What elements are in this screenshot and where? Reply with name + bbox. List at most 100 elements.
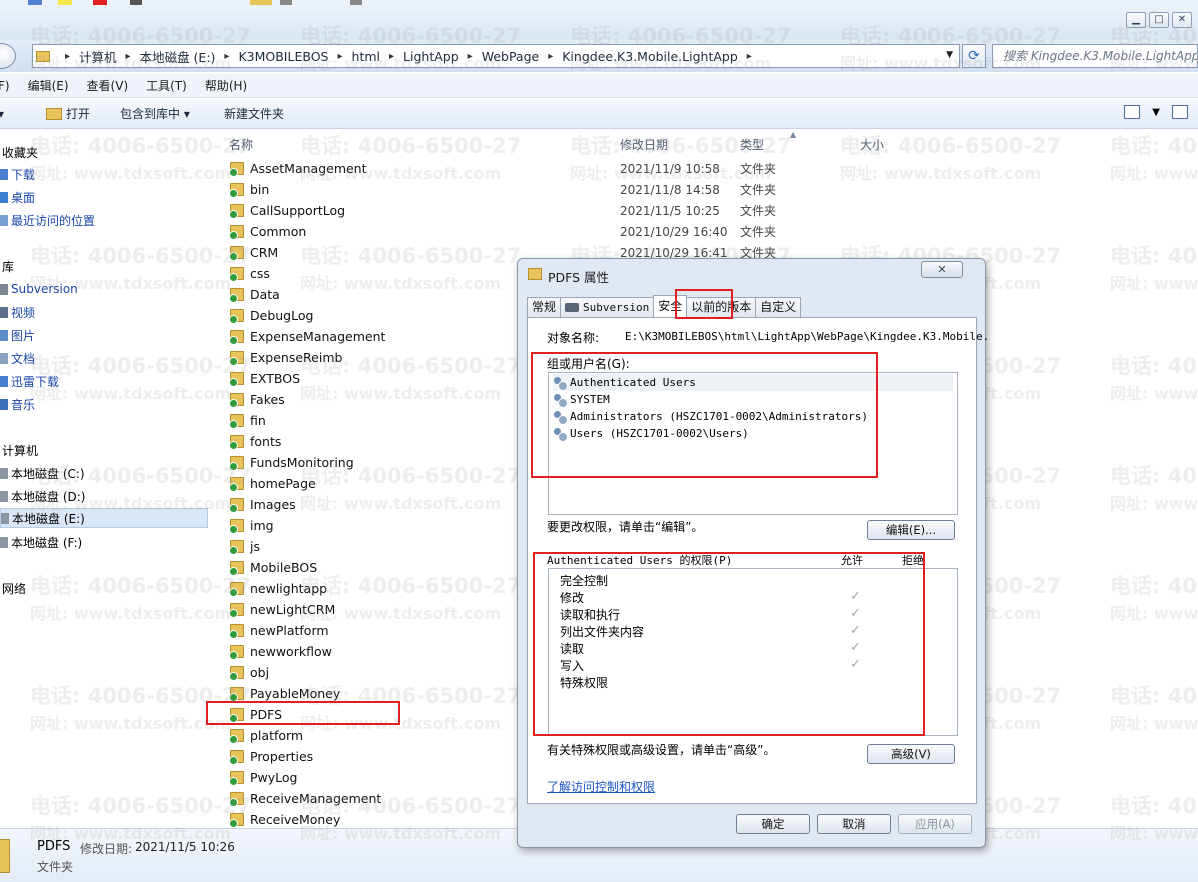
- nav-network-label: 网络: [2, 581, 27, 596]
- tab-customize[interactable]: 自定义: [755, 297, 802, 317]
- videos-icon: [0, 306, 8, 318]
- music-icon: [0, 398, 8, 410]
- menu-file[interactable]: F): [0, 79, 10, 93]
- column-date[interactable]: 修改日期: [620, 136, 668, 153]
- menu-tools[interactable]: 工具(T): [146, 77, 187, 94]
- nav-drive-c[interactable]: 本地磁盘 (C:): [0, 463, 85, 483]
- chevron-right-icon[interactable]: ▸: [65, 51, 70, 62]
- pictures-icon: [0, 329, 8, 341]
- status-item-name: PDFS: [37, 839, 71, 854]
- nav-desktop-label: 桌面: [11, 190, 36, 205]
- nav-favorites[interactable]: 收藏夹: [2, 142, 38, 162]
- chevron-right-icon[interactable]: ▸: [747, 51, 752, 62]
- crumb-kingdee[interactable]: Kingdee.K3.Mobile.LightApp: [562, 49, 738, 64]
- view-dropdown-icon[interactable]: ▼: [1152, 107, 1160, 118]
- nav-xunlei-label: 迅雷下载: [11, 374, 60, 389]
- maximize-button[interactable]: □: [1149, 12, 1169, 28]
- file-name: Fakes: [250, 392, 285, 407]
- menu-help[interactable]: 帮助(H): [205, 77, 247, 94]
- nav-drive-d[interactable]: 本地磁盘 (D:): [0, 486, 85, 506]
- file-row[interactable]: AssetManagement 2021/11/9 10:58 文件夹: [216, 158, 816, 179]
- file-row[interactable]: CallSupportLog 2021/11/5 10:25 文件夹: [216, 200, 816, 221]
- nav-documents[interactable]: 文档: [0, 348, 35, 368]
- nav-music[interactable]: 音乐: [0, 394, 35, 414]
- folder-icon: [229, 750, 244, 765]
- nav-drive-e[interactable]: 本地磁盘 (E:): [0, 508, 208, 528]
- menu-edit[interactable]: 编辑(E): [28, 77, 69, 94]
- file-row[interactable]: Common 2021/10/29 16:40 文件夹: [216, 221, 816, 242]
- nav-recent[interactable]: 最近访问的位置: [0, 210, 95, 230]
- svn-status-icon: [229, 798, 238, 807]
- svn-status-icon: [229, 420, 238, 429]
- status-item-type: 文件夹: [37, 860, 74, 874]
- file-name: newlightapp: [250, 581, 328, 596]
- nav-drive-f[interactable]: 本地磁盘 (F:): [0, 532, 82, 552]
- open-folder-icon: [46, 107, 62, 120]
- minimize-button[interactable]: ▁: [1126, 12, 1146, 28]
- new-folder-button[interactable]: 新建文件夹: [224, 105, 284, 122]
- refresh-button[interactable]: ⟳: [962, 44, 986, 68]
- menu-view[interactable]: 查看(V): [87, 77, 129, 94]
- tab-subversion[interactable]: Subversion: [560, 297, 655, 317]
- drive-icon: [0, 467, 8, 479]
- address-row: ▸ 计算机 ▸ 本地磁盘 (E:) ▸ K3MOBILEBOS ▸ html ▸…: [0, 40, 1198, 72]
- learn-access-control-link[interactable]: 了解访问控制和权限: [547, 778, 655, 795]
- advanced-button[interactable]: 高级(V): [867, 744, 955, 764]
- crumb-lightapp[interactable]: LightApp: [403, 49, 459, 64]
- cancel-button[interactable]: 取消: [817, 814, 891, 834]
- include-library-button[interactable]: 包含到库中 ▾: [120, 105, 190, 122]
- crumb-computer[interactable]: 计算机: [79, 47, 117, 66]
- edit-hint: 要更改权限，请单击“编辑”。: [547, 520, 704, 534]
- nav-subversion[interactable]: Subversion: [0, 279, 78, 299]
- nav-library[interactable]: 库: [2, 256, 14, 276]
- chevron-right-icon[interactable]: ▸: [224, 51, 229, 62]
- apply-button[interactable]: 应用(A): [898, 814, 972, 834]
- dialog-close-button[interactable]: ✕: [921, 261, 963, 278]
- close-window-button[interactable]: ✕: [1172, 12, 1192, 28]
- column-type[interactable]: 类型: [740, 136, 764, 153]
- nav-xunlei[interactable]: 迅雷下载: [0, 371, 59, 391]
- folder-icon: [229, 477, 244, 492]
- chevron-right-icon[interactable]: ▸: [468, 51, 473, 62]
- file-date: 2021/10/29 16:40: [620, 224, 728, 239]
- nav-downloads[interactable]: 下载: [0, 164, 35, 184]
- crumb-k3mobilebos[interactable]: K3MOBILEBOS: [238, 49, 328, 64]
- file-row[interactable]: bin 2021/11/8 14:58 文件夹: [216, 179, 816, 200]
- folder-icon: [229, 561, 244, 576]
- folder-icon: [229, 393, 244, 408]
- organize-dropdown-icon[interactable]: ▾: [0, 107, 4, 121]
- crumb-webpage[interactable]: WebPage: [482, 49, 540, 64]
- object-name-value: E:\K3MOBILEBOS\html\LightApp\WebPage\Kin…: [625, 330, 990, 343]
- search-input[interactable]: 搜索 Kingdee.K3.Mobile.LightApp: [992, 44, 1198, 68]
- open-button[interactable]: 打开: [46, 105, 90, 122]
- nav-videos[interactable]: 视频: [0, 302, 35, 322]
- folder-icon: [0, 839, 10, 873]
- file-name: FundsMonitoring: [250, 455, 354, 470]
- file-name: fin: [250, 413, 266, 428]
- chevron-right-icon[interactable]: ▸: [548, 51, 553, 62]
- nav-computer[interactable]: 计算机: [2, 440, 38, 460]
- edit-button[interactable]: 编辑(E)...: [867, 520, 955, 540]
- chevron-right-icon[interactable]: ▸: [126, 51, 131, 62]
- object-name-label: 对象名称:: [547, 331, 600, 345]
- preview-pane-icon[interactable]: [1172, 105, 1188, 119]
- file-name: fonts: [250, 434, 282, 449]
- ok-button[interactable]: 确定: [736, 814, 810, 834]
- tab-general[interactable]: 常规: [527, 297, 562, 317]
- chevron-right-icon[interactable]: ▸: [337, 51, 342, 62]
- back-button[interactable]: [0, 43, 16, 69]
- view-options-icon[interactable]: [1124, 105, 1141, 119]
- column-name[interactable]: 名称: [229, 136, 253, 153]
- crumb-html[interactable]: html: [352, 49, 380, 64]
- nav-drive-e-label: 本地磁盘 (E:): [12, 511, 85, 526]
- folder-icon: [229, 267, 244, 282]
- documents-icon: [0, 352, 8, 364]
- address-dropdown-icon[interactable]: ▼: [946, 50, 953, 60]
- crumb-drive-e[interactable]: 本地磁盘 (E:): [140, 47, 216, 66]
- address-bar[interactable]: ▸ 计算机 ▸ 本地磁盘 (E:) ▸ K3MOBILEBOS ▸ html ▸…: [32, 44, 960, 68]
- chevron-right-icon[interactable]: ▸: [389, 51, 394, 62]
- nav-desktop[interactable]: 桌面: [0, 187, 35, 207]
- nav-network[interactable]: 网络: [2, 578, 26, 598]
- nav-pictures[interactable]: 图片: [0, 325, 35, 345]
- column-size[interactable]: 大小: [860, 136, 884, 153]
